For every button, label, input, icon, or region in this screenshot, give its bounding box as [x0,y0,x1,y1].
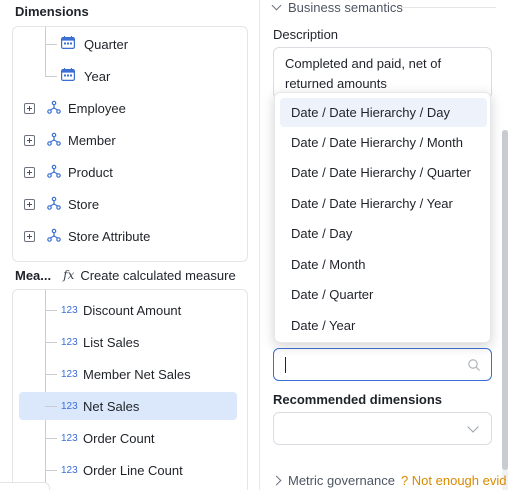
tree-connector [45,27,46,77]
tree-connector [45,437,57,439]
tree-group-label: Product [68,164,113,180]
number-icon: 123 [61,400,78,412]
tree-item-year[interactable]: Year [61,63,110,89]
tree-connector [45,341,57,343]
tree-connector [45,309,57,311]
dropdown-option[interactable]: Date / Year [280,311,487,340]
measures-title: Mea... [15,267,52,283]
calendar-icon [61,68,75,84]
measure-item-order-line-count[interactable]: 123 Order Line Count [19,456,237,484]
chevron-right-icon [271,475,282,486]
fx-icon[interactable]: fx [63,268,74,282]
measures-header: Mea... fx Create calculated measure [15,266,236,284]
dropdown-option[interactable]: Date / Date Hierarchy / Month [280,128,487,157]
measure-label: Net Sales [83,398,140,414]
measure-item-net-sales[interactable]: 123 Net Sales [19,392,237,420]
hierarchy-icon [47,164,61,181]
measure-item-member-net-sales[interactable]: 123 Member Net Sales [19,360,237,388]
measures-list: 123 Discount Amount 123 List Sales 123 M… [12,289,248,490]
expand-icon[interactable] [24,134,35,146]
expand-icon[interactable] [24,198,35,210]
hierarchy-icon [47,196,61,213]
left-panel: Dimensions Quarter Year Employee Member … [0,0,260,490]
tree-item-label: Year [84,68,111,84]
dropdown-option[interactable]: Date / Date Hierarchy / Year [280,189,487,218]
scrollbar-thumb[interactable] [502,130,508,470]
hierarchy-icon [47,100,61,117]
divider [401,7,496,8]
chevron-down-icon [271,0,282,11]
dropdown-option[interactable]: Date / Date Hierarchy / Day [280,98,487,127]
expand-icon[interactable] [24,102,35,114]
calendar-icon [61,36,75,52]
measure-item-list-sales[interactable]: 123 List Sales [19,328,237,356]
number-icon: 123 [61,304,78,316]
tree-item-quarter[interactable]: Quarter [61,31,128,57]
dropdown-option[interactable]: Date / Quarter [280,280,487,309]
dimensions-title: Dimensions [15,4,89,19]
measure-label: Order Line Count [83,462,183,478]
hierarchy-icon [47,228,61,245]
expand-icon[interactable] [24,230,35,242]
text-cursor [285,357,286,373]
measure-item-order-count[interactable]: 123 Order Count [19,424,237,452]
dimension-search-input[interactable] [273,348,492,381]
tree-group-label: Member [68,132,116,148]
tree-connector [45,405,57,407]
chevron-down-icon [467,421,479,433]
create-calculated-measure-button[interactable]: Create calculated measure [80,268,235,283]
hierarchy-icon [47,132,61,149]
tree-connector [45,373,57,375]
business-semantics-header[interactable]: Business semantics [271,0,403,15]
tree-item-label: Quarter [84,36,129,52]
measure-item-discount-amount[interactable]: 123 Discount Amount [19,296,237,324]
tree-group-product[interactable]: Product [24,159,113,185]
tree-connector [45,44,57,45]
tree-group-member[interactable]: Member [24,127,116,153]
number-icon: 123 [61,464,78,476]
dropdown-option[interactable]: Date / Date Hierarchy / Quarter [280,158,487,187]
number-icon: 123 [61,368,78,380]
tree-group-label: Store Attribute [68,228,151,244]
tree-group-employee[interactable]: Employee [24,95,126,121]
dimension-options-dropdown: Date / Date Hierarchy / Day Date / Date … [274,92,491,343]
tree-group-label: Employee [68,100,126,116]
recommended-dimensions-select[interactable] [273,412,492,445]
measure-label: Order Count [83,430,155,446]
business-semantics-title: Business semantics [288,0,403,15]
expand-icon[interactable] [24,166,35,178]
metric-governance-header[interactable]: Metric governance ? Not enough evid [271,473,507,488]
tree-connector [45,469,57,471]
number-icon: 123 [61,336,78,348]
dropdown-option[interactable]: Date / Day [280,219,487,248]
panel-corner [0,482,50,490]
dimensions-tree: Quarter Year Employee Member Product Sto… [12,26,248,262]
measure-label: Discount Amount [83,302,182,318]
recommended-dimensions-label: Recommended dimensions [273,392,443,407]
number-icon: 123 [61,432,78,444]
description-label: Description [273,27,339,42]
dropdown-option[interactable]: Date / Month [280,250,487,279]
measure-label: List Sales [83,334,140,350]
tree-connector [45,76,57,77]
metric-governance-title: Metric governance [288,473,395,488]
measure-label: Member Net Sales [83,366,191,382]
governance-warning: ? Not enough evid [400,473,507,488]
tree-group-store[interactable]: Store [24,191,99,217]
tree-group-label: Store [68,196,100,212]
tree-group-store-attribute[interactable]: Store Attribute [24,223,150,249]
